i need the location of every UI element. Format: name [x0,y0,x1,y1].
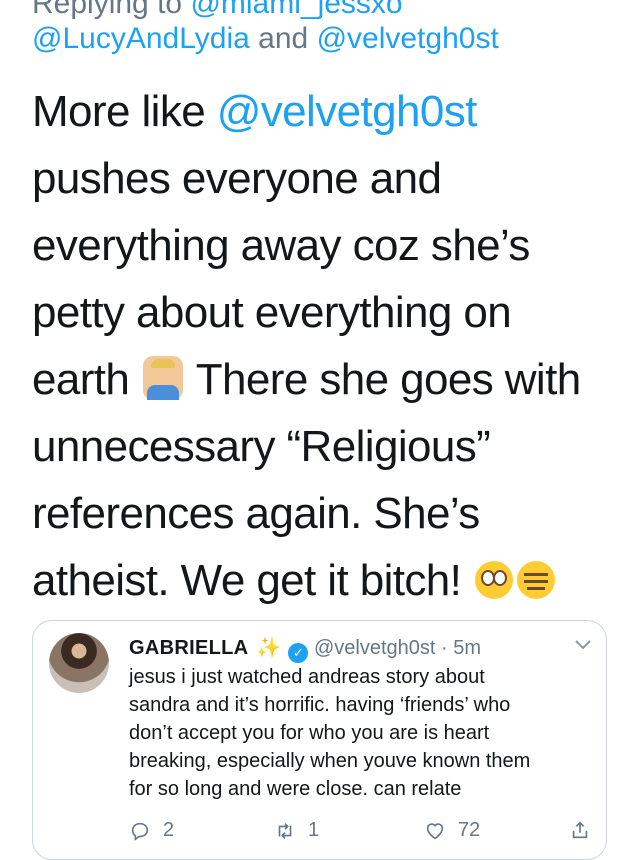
quoted-tweet-card[interactable]: GABRIELLA ✨ ✓ @velvetgh0st · 5m jesus i … [32,620,607,860]
expressionless-face-emoji [516,561,555,599]
replying-to-line: Replying to @miami_jessxo [32,0,403,22]
man-tipping-hand-emoji [142,356,183,400]
reply-icon [131,822,149,841]
mention-lucyandlydia[interactable]: @LucyAndLydia [32,22,250,55]
mention-and: and [258,22,309,55]
tweet-line-1: More like @velvetgh0st [32,78,622,145]
reply-count: 2 [163,819,175,841]
tweet-line-7: references again. She’s [32,489,480,538]
mention-velvetgh0st[interactable]: @velvetgh0st [317,22,499,55]
tweet-line-4: petty about everything on [32,288,512,337]
quoted-timestamp[interactable]: 5m [453,637,481,659]
tweet-text-segment: earth [32,355,130,404]
quoted-line: don’t accept you for who you are is hear… [129,722,490,744]
quoted-display-name[interactable]: GABRIELLA [129,637,248,659]
tweet-text: More like @velvetgh0st pushes everyone a… [32,78,622,614]
rolling-eyes-emoji [474,561,513,599]
heart-icon [426,822,444,839]
avatar[interactable] [49,633,109,693]
retweet-count: 1 [308,819,320,841]
tweet-text-segment: There she goes with [184,355,581,404]
quoted-line: jesus i just watched andreas story about [129,666,485,688]
quoted-tweet-header: GABRIELLA ✨ ✓ @velvetgh0st · 5m [129,635,481,663]
tweet-text-segment: atheist. We get it bitch! [32,556,462,605]
reply-button[interactable]: 2 [129,819,174,842]
share-icon [572,821,588,839]
separator-dot: · [441,637,448,659]
quoted-handle[interactable]: @velvetgh0st [314,637,435,659]
retweet-icon [278,822,292,839]
quoted-tweet-text: jesus i just watched andreas story about… [129,663,599,803]
tweet-text-segment: More like [32,87,217,136]
retweet-button[interactable]: 1 [274,819,319,842]
tweet-line-6: unnecessary “Religious” [32,422,491,471]
tweet-line-8: atheist. We get it bitch! [32,547,622,614]
share-button[interactable] [569,819,591,841]
reply-handle-1[interactable]: @miami_jessxo [190,0,402,20]
tweet-line-2: pushes everyone and [32,154,442,203]
quoted-line: sandra and it’s horrific. having ‘friend… [129,694,511,716]
verified-badge-icon: ✓ [288,643,309,663]
reply-mentions: @LucyAndLydia and @velvetgh0st [32,20,499,58]
sparkles-icon: ✨ [255,637,281,659]
replying-to-label: Replying to [32,0,183,20]
like-button[interactable]: 72 [424,819,480,842]
tweet-mention-velvetgh0st[interactable]: @velvetgh0st [217,87,478,136]
tweet-line-3: everything away coz she’s [32,221,530,270]
like-count: 72 [458,819,481,841]
quoted-line: for so long and were close. can relate [129,778,462,800]
quoted-line: breaking, especially when youve known th… [129,750,531,772]
tweet-line-5: earth There she goes with [32,346,622,413]
chevron-down-icon[interactable] [574,635,592,656]
